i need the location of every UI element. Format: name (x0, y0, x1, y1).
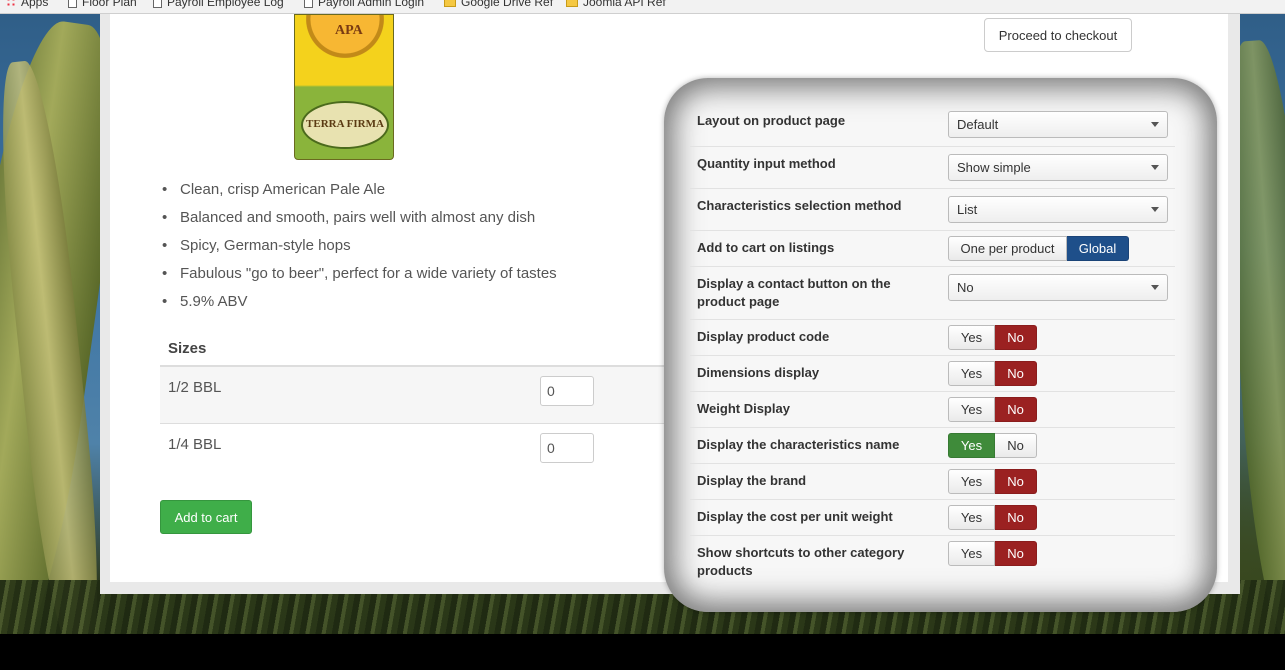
quantity-method-select[interactable]: Show simple (948, 154, 1168, 181)
characteristics-select[interactable]: List (948, 196, 1168, 223)
brand-badge-text: TERRA FIRMA (306, 118, 384, 130)
product-image: APA TERRA FIRMA (294, 14, 394, 160)
setting-row-add-to-cart: Add to cart on listings One per product … (690, 230, 1175, 266)
chevron-down-icon (1151, 207, 1159, 212)
bookmark-apps[interactable]: Apps (6, 0, 48, 10)
shortcuts-toggle: Yes No (948, 541, 1037, 566)
setting-label: Display a contact button on the product … (697, 276, 891, 309)
yes-option[interactable]: Yes (948, 469, 995, 494)
setting-row-shortcuts: Show shortcuts to other category product… (690, 535, 1175, 585)
weight-toggle: Yes No (948, 397, 1037, 422)
brand-toggle: Yes No (948, 469, 1037, 494)
setting-label: Dimensions display (697, 365, 820, 380)
layout-select[interactable]: Default (948, 111, 1168, 138)
setting-row-quantity: Quantity input method Show simple (690, 146, 1175, 188)
chevron-down-icon (1151, 122, 1159, 127)
table-row: 1/4 BBL (160, 423, 680, 480)
yes-option[interactable]: Yes (948, 541, 995, 566)
setting-row-dimensions: Dimensions display Yes No (690, 355, 1175, 391)
setting-row-weight: Weight Display Yes No (690, 391, 1175, 427)
setting-row-brand: Display the brand Yes No (690, 463, 1175, 499)
bookmark-google-drive[interactable]: Google Drive Ref (444, 0, 553, 10)
no-option[interactable]: No (995, 433, 1037, 458)
setting-row-layout: Layout on product page Default (690, 104, 1175, 146)
apps-grid-icon (6, 0, 16, 7)
select-value: Default (957, 117, 999, 132)
select-value: No (957, 280, 974, 295)
setting-row-product-code: Display product code Yes No (690, 319, 1175, 355)
proceed-to-checkout-button[interactable]: Proceed to checkout (984, 18, 1132, 52)
global-option[interactable]: Global (1067, 236, 1129, 261)
setting-label: Characteristics selection method (697, 198, 902, 213)
setting-row-characteristics-name: Display the characteristics name Yes No (690, 427, 1175, 463)
no-option[interactable]: No (995, 541, 1037, 566)
bookmark-payroll-employee[interactable]: Payroll Employee Log (153, 0, 284, 10)
cost-per-weight-toggle: Yes No (948, 505, 1037, 530)
dimensions-toggle: Yes No (948, 361, 1037, 386)
contact-button-select[interactable]: No (948, 274, 1168, 301)
setting-label: Display the characteristics name (697, 437, 900, 452)
page-icon (153, 0, 162, 8)
taskbar (0, 634, 1285, 670)
yes-option[interactable]: Yes (948, 433, 995, 458)
yes-option[interactable]: Yes (948, 505, 995, 530)
list-item: Spicy, German-style hops (162, 231, 557, 259)
page-icon (304, 0, 313, 8)
list-item: Balanced and smooth, pairs well with alm… (162, 203, 557, 231)
characteristics-name-toggle: Yes No (948, 433, 1037, 458)
list-item: Fabulous "go to beer", perfect for a wid… (162, 259, 557, 287)
quantity-input[interactable] (540, 433, 594, 463)
setting-label: Show shortcuts to other category product… (697, 545, 905, 578)
size-label: 1/2 BBL (168, 379, 222, 396)
yes-option[interactable]: Yes (948, 397, 995, 422)
folder-icon (444, 0, 456, 7)
add-to-cart-toggle: One per product Global (948, 236, 1129, 261)
setting-label: Display the cost per unit weight (697, 509, 893, 524)
no-option[interactable]: No (995, 361, 1037, 386)
list-item: 5.9% ABV (162, 287, 557, 315)
chevron-down-icon (1151, 165, 1159, 170)
quantity-input[interactable] (540, 376, 594, 406)
chevron-down-icon (1151, 285, 1159, 290)
yes-option[interactable]: Yes (948, 325, 995, 350)
label-cap-text: APA (335, 23, 363, 38)
sizes-table: Sizes 1/2 BBL 1/4 BBL (160, 331, 680, 480)
bookmark-payroll-admin[interactable]: Payroll Admin Login (304, 0, 424, 10)
setting-label: Add to cart on listings (697, 240, 835, 255)
sizes-header: Sizes (160, 331, 680, 366)
no-option[interactable]: No (995, 469, 1037, 494)
setting-label: Display product code (697, 329, 830, 344)
page-icon (68, 0, 77, 8)
select-value: List (957, 202, 978, 217)
bookmarks-bar: Apps Floor Plan Payroll Employee Log Pay… (0, 0, 1285, 14)
size-label: 1/4 BBL (168, 436, 222, 453)
bookmark-joomla-api[interactable]: Joomla API Ref (566, 0, 666, 10)
setting-row-contact: Display a contact button on the product … (690, 266, 1175, 319)
setting-label: Quantity input method (697, 156, 836, 171)
setting-label: Layout on product page (697, 113, 846, 128)
list-item: Clean, crisp American Pale Ale (162, 175, 557, 203)
brand-badge: TERRA FIRMA (301, 101, 389, 149)
setting-label: Weight Display (697, 401, 790, 416)
setting-label: Display the brand (697, 473, 807, 488)
bookmark-floor-plan[interactable]: Floor Plan (68, 0, 137, 10)
setting-row-characteristics: Characteristics selection method List (690, 188, 1175, 230)
no-option[interactable]: No (995, 397, 1037, 422)
add-to-cart-button[interactable]: Add to cart (160, 500, 252, 534)
one-per-product-option[interactable]: One per product (948, 236, 1067, 261)
yes-option[interactable]: Yes (948, 361, 995, 386)
feature-list: Clean, crisp American Pale Ale Balanced … (162, 175, 557, 315)
folder-icon (566, 0, 578, 7)
no-option[interactable]: No (995, 505, 1037, 530)
no-option[interactable]: No (995, 325, 1037, 350)
product-code-toggle: Yes No (948, 325, 1037, 350)
setting-row-cost-per-weight: Display the cost per unit weight Yes No (690, 499, 1175, 535)
table-row: 1/2 BBL (160, 366, 680, 423)
select-value: Show simple (957, 160, 1031, 175)
